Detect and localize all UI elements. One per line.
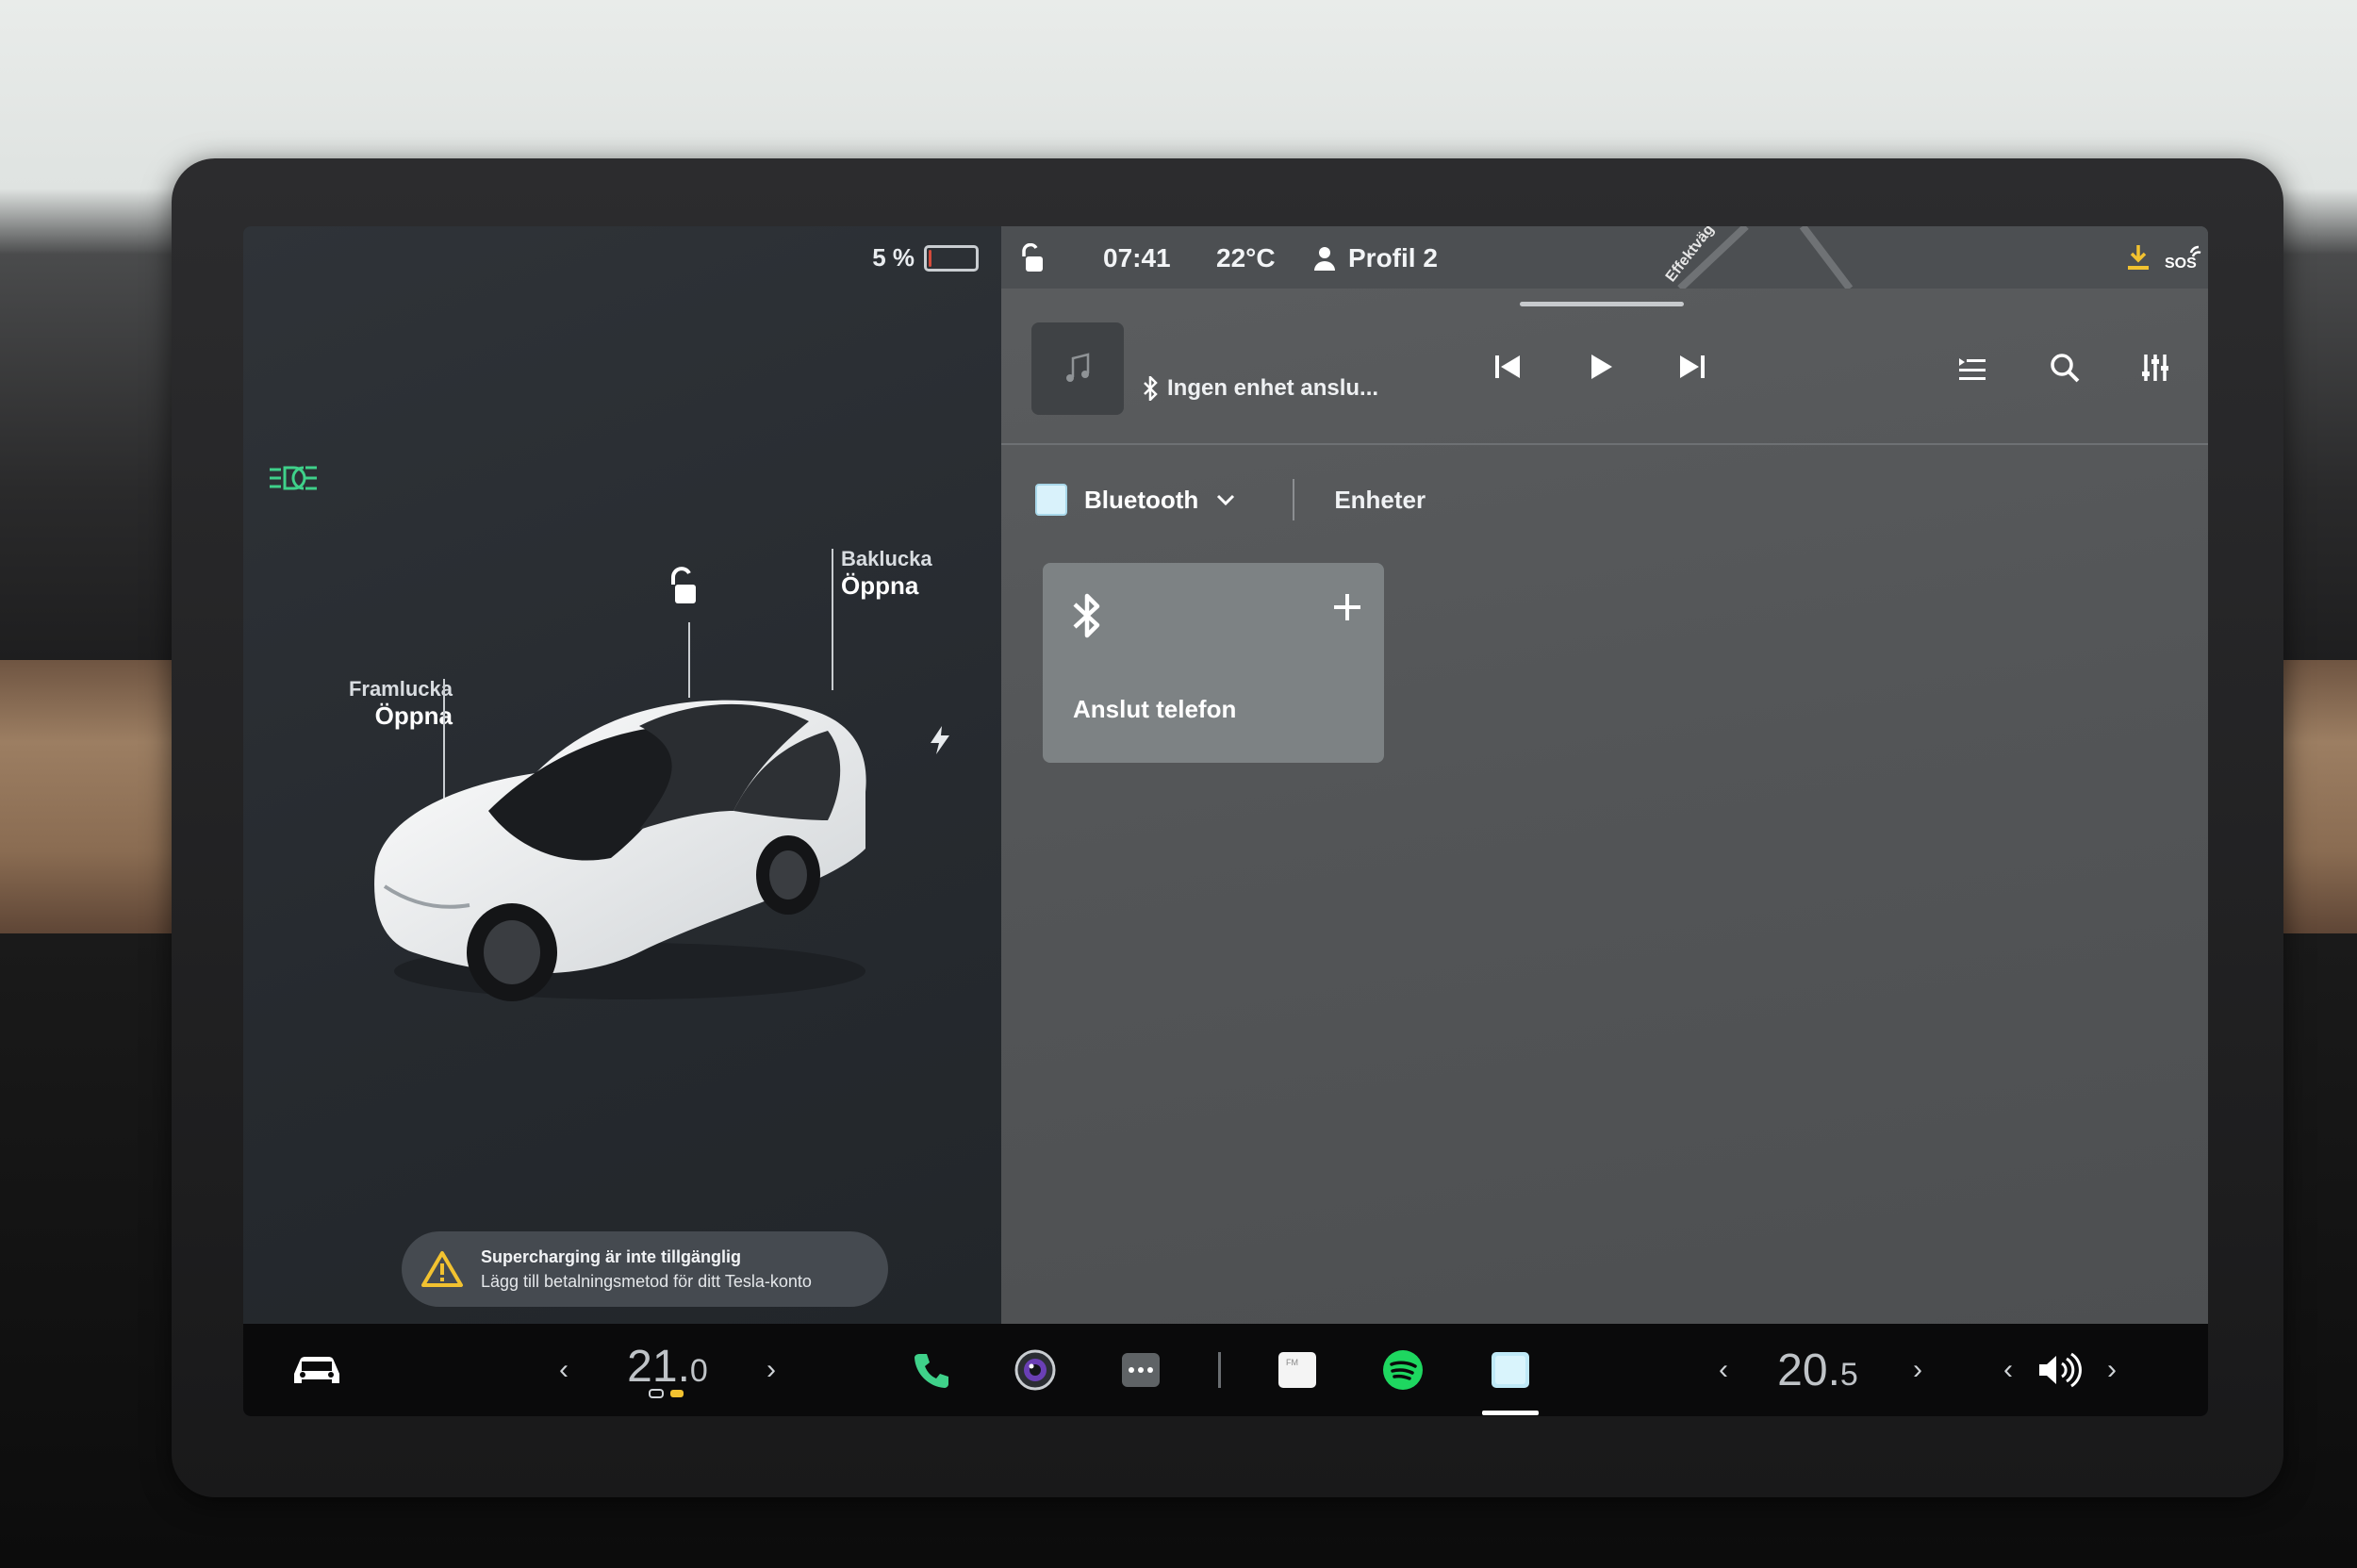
bluetooth-app-icon [1035,484,1067,516]
connect-phone-label: Anslut telefon [1073,695,1237,723]
car-image [356,669,884,1023]
bluetooth-icon [1144,376,1158,401]
active-app-indicator [1482,1411,1539,1415]
chevron-right-icon: › [2107,1354,2117,1385]
chevron-left-icon: ‹ [2003,1354,2013,1385]
headlight-icon[interactable] [268,464,319,497]
chevron-right-icon: › [1913,1354,1922,1385]
svg-text:SOS: SOS [2165,256,2197,272]
next-icon[interactable] [1676,351,1708,388]
lock-icon[interactable] [666,566,700,612]
warning-detail: Lägg till betalningsmetod för ditt Tesla… [481,1272,812,1291]
rear-trunk-label: Baklucka [841,547,932,570]
chevron-right-icon: › [766,1354,776,1385]
passenger-temp-main: 20. [1777,1345,1840,1395]
rear-trunk-open: Öppna [841,571,919,600]
volume-increase[interactable]: › [2093,1324,2131,1416]
driver-temp-increase[interactable]: › [752,1324,790,1416]
more-icon[interactable] [1103,1324,1178,1416]
battery-fill [929,249,931,267]
album-art [1031,322,1124,415]
lock-status-icon[interactable] [1018,243,1045,273]
warning-icon [421,1251,463,1287]
bottom-dock: ‹ 21.0 › FM ‹ 20.5 › ‹ › [243,1324,2208,1416]
car-icon[interactable] [279,1324,354,1416]
tab-devices[interactable]: Enheter [1334,486,1426,515]
play-icon[interactable] [1584,351,1616,388]
volume-icon[interactable] [2027,1324,2093,1416]
radio-icon[interactable]: FM [1260,1324,1335,1416]
seat-heater-icons [649,1388,684,1398]
person-icon [1314,247,1335,271]
tab-separator [1293,479,1295,520]
music-note-icon [1066,353,1090,382]
battery-indicator: 5 % [872,243,979,272]
queue-icon[interactable] [1955,351,1989,388]
map-preview[interactable]: Effektväg [1567,226,1859,289]
app-panel: 07:41 22°C Profil 2 Effektväg SOS Ingen … [1001,226,2208,1324]
plus-icon [1331,591,1363,628]
chevron-left-icon: ‹ [1719,1354,1728,1385]
media-source-label: Ingen enhet anslu... [1167,375,1379,401]
source-tabs: Bluetooth Enheter [1035,479,1426,520]
media-player: Ingen enhet anslu... [1001,307,2208,449]
tab-bluetooth-label: Bluetooth [1084,485,1199,514]
touchscreen: 5 % Framlucka Öppna Baklucka Öppna Super… [243,226,2208,1416]
media-source[interactable]: Ingen enhet anslu... [1143,375,1378,402]
profile-name: Profil 2 [1348,243,1438,272]
clock: 07:41 [1103,243,1171,272]
status-bar: 07:41 22°C Profil 2 Effektväg SOS [1001,226,2208,289]
bluetooth-icon [1071,591,1103,645]
phone-icon[interactable] [894,1324,969,1416]
passenger-temp-decrease[interactable]: ‹ [1705,1324,1742,1416]
camera-icon[interactable] [997,1324,1073,1416]
passenger-temp-dec: 5 [1839,1356,1858,1393]
sos-icon[interactable]: SOS [2163,243,2204,273]
profile-button[interactable]: Profil 2 [1312,243,1438,273]
battery-percent: 5 % [872,243,915,272]
download-icon[interactable] [2125,243,2151,272]
chevron-left-icon: ‹ [559,1354,569,1385]
chevron-down-icon [1217,494,1235,506]
rear-trunk-button[interactable]: Baklucka Öppna [841,547,932,601]
car-panel: 5 % Framlucka Öppna Baklucka Öppna Super… [243,226,1001,1324]
driver-temp-main: 21. [627,1341,690,1392]
player-divider [1001,443,2208,445]
previous-icon[interactable] [1492,351,1524,388]
search-icon[interactable] [2048,351,2082,389]
bluetooth-app-icon[interactable] [1471,1324,1550,1416]
spotify-icon[interactable] [1365,1324,1441,1416]
passenger-temp[interactable]: 20.5 [1752,1324,1884,1416]
passenger-temp-increase[interactable]: › [1899,1324,1937,1416]
dock-divider [1214,1324,1224,1416]
battery-icon [924,244,979,272]
driver-temp[interactable]: 21.0 [602,1324,733,1416]
volume-decrease[interactable]: ‹ [1989,1324,2027,1416]
svg-text:FM: FM [1286,1358,1298,1367]
driver-temp-dec: 0 [689,1352,708,1389]
outside-temperature: 22°C [1216,243,1276,272]
warning-title: Supercharging är inte tillgänglig [481,1247,742,1266]
panel-drag-handle[interactable] [1520,302,1684,306]
connect-phone-card[interactable]: Anslut telefon [1043,563,1384,763]
driver-temp-decrease[interactable]: ‹ [545,1324,583,1416]
tab-bluetooth[interactable]: Bluetooth [1035,484,1236,516]
equalizer-icon[interactable] [2140,351,2174,389]
supercharging-warning[interactable]: Supercharging är inte tillgänglig Lägg t… [402,1231,888,1307]
charge-port-icon[interactable] [927,724,953,761]
